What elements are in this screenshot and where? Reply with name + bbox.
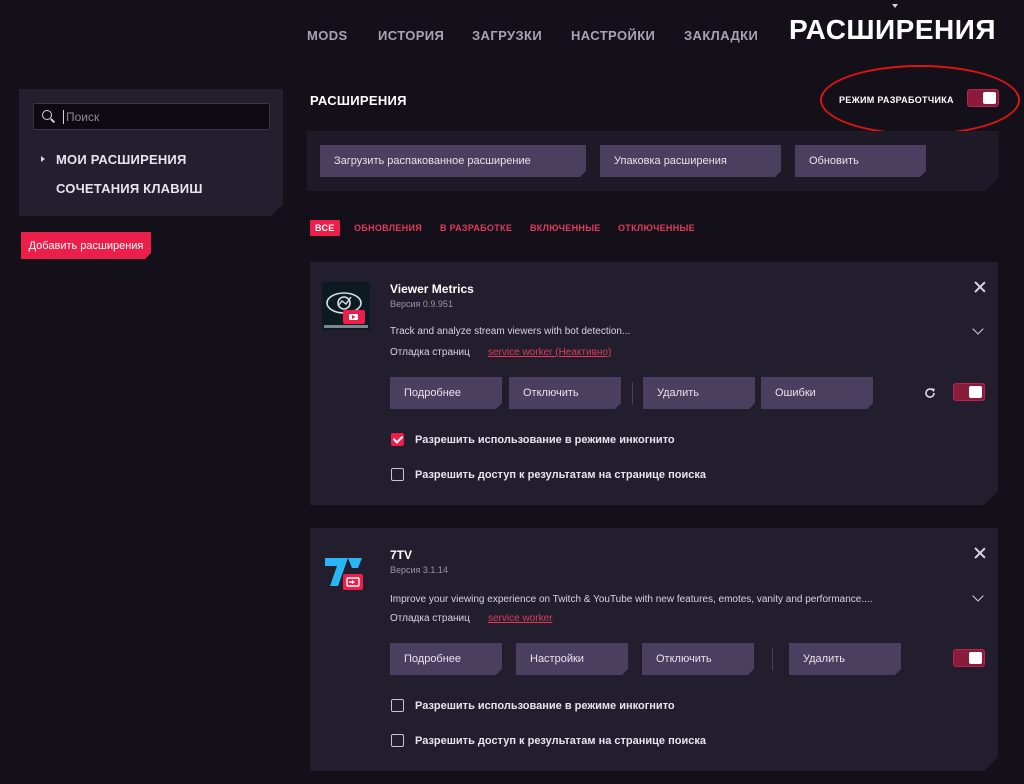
disable-button[interactable]: Отключить xyxy=(509,377,621,409)
add-extensions-button[interactable]: Добавить расширения xyxy=(21,232,151,259)
toggle-knob xyxy=(969,386,982,398)
close-icon[interactable] xyxy=(974,281,986,293)
divider xyxy=(772,648,773,670)
search-box[interactable] xyxy=(33,103,270,130)
sidebar-item-my-extensions[interactable]: МОИ РАСШИРЕНИЯ xyxy=(56,152,187,167)
filter-in-development[interactable]: В РАЗРАБОТКЕ xyxy=(440,220,512,236)
extension-card-7tv: 7TV Версия 3.1.14 Improve your viewing e… xyxy=(310,528,998,771)
top-nav: MODS ИСТОРИЯ ЗАГРУЗКИ НАСТРОЙКИ ЗАКЛАДКИ… xyxy=(0,0,1024,70)
search-icon xyxy=(42,110,55,123)
extensions-page: MODS ИСТОРИЯ ЗАГРУЗКИ НАСТРОЙКИ ЗАКЛАДКИ… xyxy=(0,0,1024,784)
inspect-views-label: Отладка страниц xyxy=(390,613,470,624)
extension-description: Improve your viewing experience on Twitc… xyxy=(390,594,873,605)
search-results-checkbox[interactable] xyxy=(391,468,404,481)
extension-version: Версия 3.1.14 xyxy=(390,565,448,575)
nav-downloads[interactable]: ЗАГРУЗКИ xyxy=(472,28,542,43)
nav-active-indicator-icon xyxy=(892,4,898,8)
sidebar: МОИ РАСШИРЕНИЯ СОЧЕТАНИЯ КЛАВИШ xyxy=(19,89,283,216)
close-icon[interactable] xyxy=(974,547,986,559)
sidebar-item-shortcuts[interactable]: СОЧЕТАНИЯ КЛАВИШ xyxy=(56,181,203,196)
service-worker-link[interactable]: service worker xyxy=(488,613,552,624)
remove-button[interactable]: Удалить xyxy=(643,377,755,409)
search-results-label: Разрешить доступ к результатам на страни… xyxy=(415,469,706,481)
search-results-label: Разрешить доступ к результатам на страни… xyxy=(415,735,706,747)
nav-settings[interactable]: НАСТРОЙКИ xyxy=(571,28,655,43)
filter-updates[interactable]: ОБНОВЛЕНИЯ xyxy=(354,220,422,236)
divider xyxy=(632,382,633,404)
incognito-label: Разрешить использование в режиме инкогни… xyxy=(415,700,675,712)
nav-bookmarks[interactable]: ЗАКЛАДКИ xyxy=(684,28,758,43)
annotation-ellipse xyxy=(820,65,1020,135)
remove-button[interactable]: Удалить xyxy=(789,643,901,675)
filter-disabled[interactable]: ОТКЛЮЧЕННЫЕ xyxy=(618,220,695,236)
extension-card-viewer-metrics: Viewer Metrics Версия 0.9.951 Track and … xyxy=(310,262,998,505)
load-unpacked-button[interactable]: Загрузить распакованное расширение xyxy=(320,145,586,177)
extension-version: Версия 0.9.951 xyxy=(390,299,453,309)
extension-enable-toggle[interactable] xyxy=(953,649,985,667)
caret-right-icon xyxy=(41,156,45,162)
dev-actions-bar: Загрузить распакованное расширение Упако… xyxy=(307,131,999,191)
errors-button[interactable]: Ошибки xyxy=(761,377,873,409)
details-button[interactable]: Подробнее xyxy=(390,643,502,675)
nav-extensions-title[interactable]: РАСШИРЕНИЯ xyxy=(789,14,996,46)
service-worker-link[interactable]: service worker (Неактивно) xyxy=(488,347,611,358)
page-title: РАСШИРЕНИЯ xyxy=(310,93,407,108)
extension-description: Track and analyze stream viewers with bo… xyxy=(390,326,631,337)
details-button[interactable]: Подробнее xyxy=(390,377,502,409)
incognito-checkbox[interactable] xyxy=(391,699,404,712)
settings-button[interactable]: Настройки xyxy=(516,643,628,675)
filter-all[interactable]: ВСЕ xyxy=(310,220,340,236)
toggle-knob xyxy=(969,652,982,664)
filter-enabled[interactable]: ВКЛЮЧЕННЫЕ xyxy=(530,220,601,236)
search-input[interactable] xyxy=(63,110,263,124)
pack-extension-button[interactable]: Упаковка расширения xyxy=(600,145,781,177)
chevron-down-icon[interactable] xyxy=(972,323,983,334)
nav-history[interactable]: ИСТОРИЯ xyxy=(378,28,444,43)
update-button[interactable]: Обновить xyxy=(795,145,926,177)
incognito-label: Разрешить использование в режиме инкогни… xyxy=(415,434,675,446)
7tv-logo-icon xyxy=(322,548,370,596)
chevron-down-icon[interactable] xyxy=(972,590,983,601)
viewer-metrics-logo-icon xyxy=(322,282,370,330)
incognito-checkbox[interactable] xyxy=(391,433,404,446)
disable-button[interactable]: Отключить xyxy=(642,643,754,675)
nav-mods[interactable]: MODS xyxy=(307,28,348,43)
search-results-checkbox[interactable] xyxy=(391,734,404,747)
reload-icon[interactable] xyxy=(924,387,936,399)
extension-name: Viewer Metrics xyxy=(390,282,474,296)
extension-name: 7TV xyxy=(390,548,413,562)
extension-enable-toggle[interactable] xyxy=(953,383,985,401)
inspect-views-label: Отладка страниц xyxy=(390,347,470,358)
